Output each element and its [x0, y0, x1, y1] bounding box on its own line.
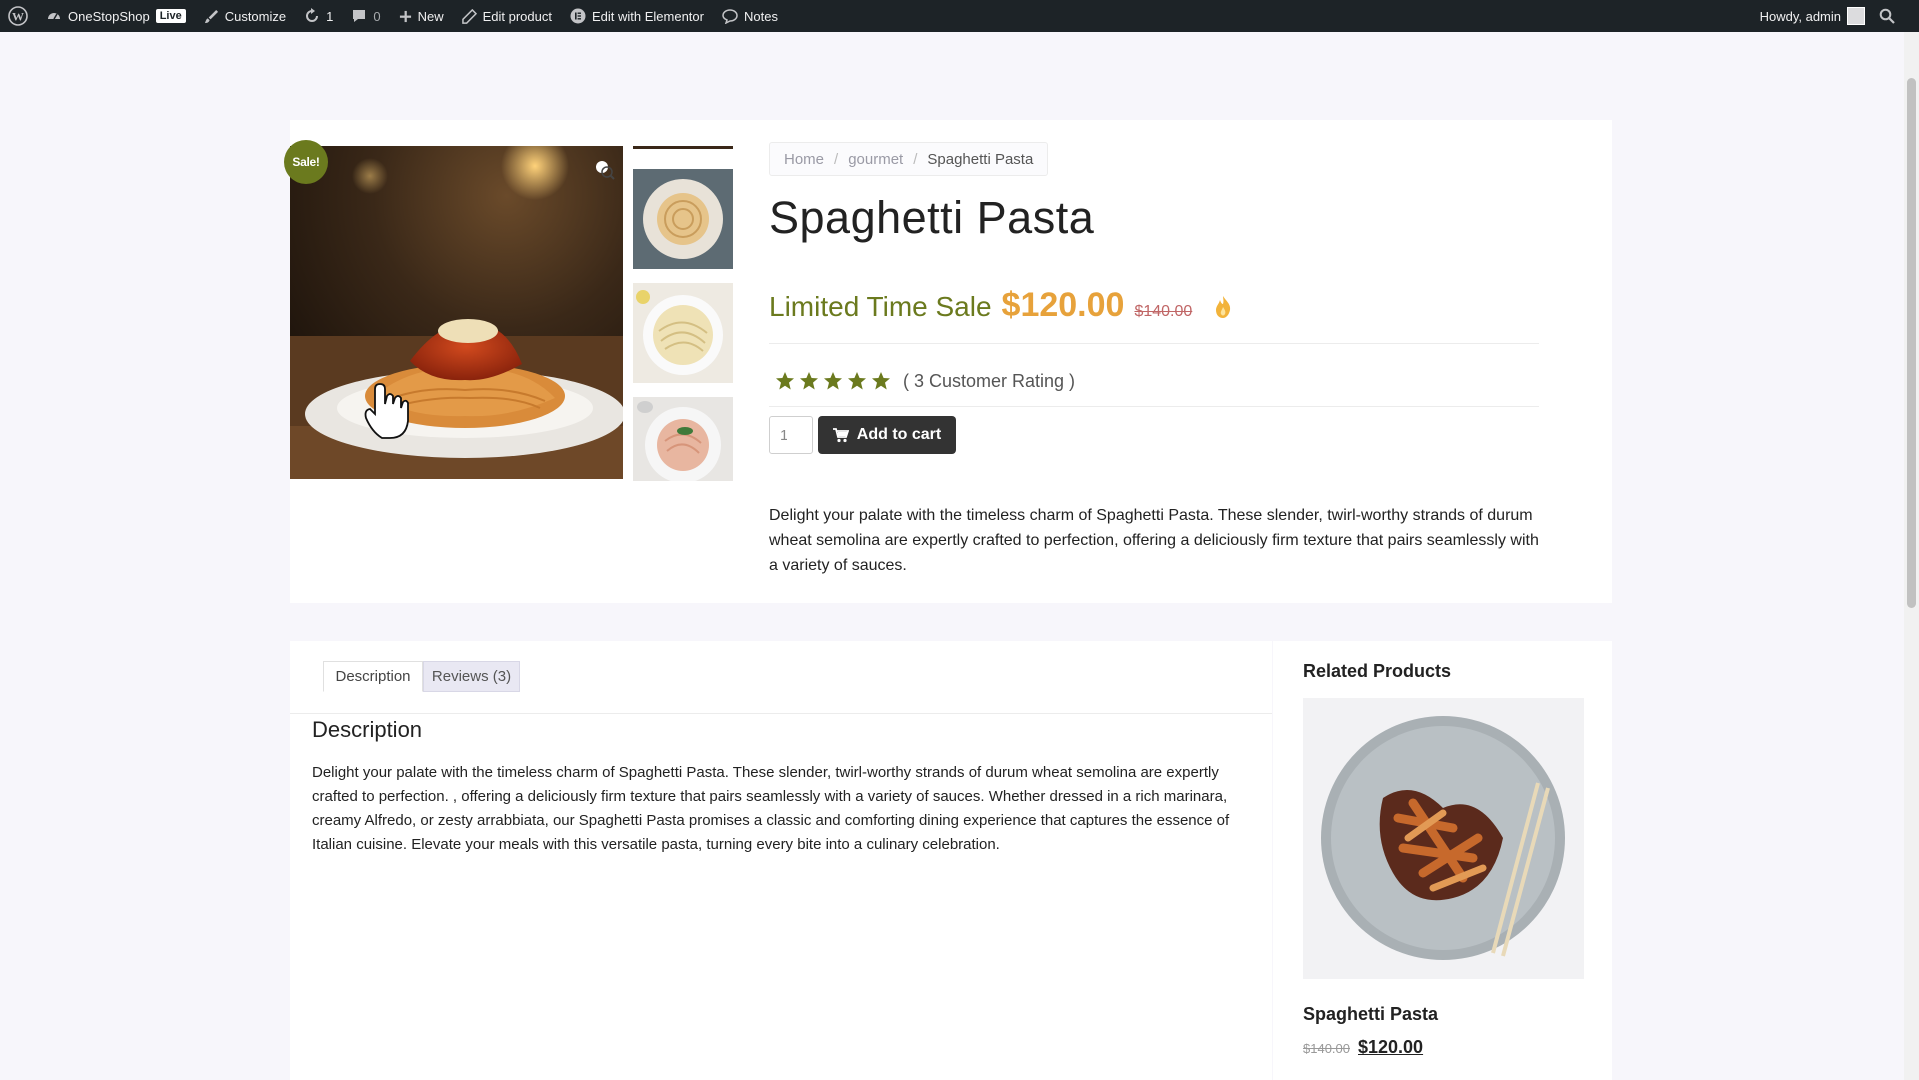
related-product-name[interactable]: Spaghetti Pasta — [1303, 1004, 1438, 1025]
related-product-image[interactable] — [1303, 698, 1584, 979]
thumbnail-4[interactable] — [633, 397, 733, 481]
site-name-link[interactable]: OneStopShop Live — [46, 8, 186, 24]
star-icon — [776, 372, 794, 390]
product-summary-card: Sale! Home / gourmet / Spaghetti Pasta S… — [284, 120, 1612, 603]
search-icon — [1879, 8, 1895, 24]
updates-link[interactable]: 1 — [304, 8, 333, 24]
quantity-input[interactable] — [769, 416, 813, 454]
breadcrumb-separator: / — [913, 150, 918, 168]
elementor-icon — [570, 8, 586, 24]
dashboard-icon — [48, 13, 60, 20]
site-name: OneStopShop — [68, 8, 150, 24]
description-body: Delight your palate with the timeless ch… — [312, 764, 1230, 853]
cart-icon — [832, 427, 849, 442]
speech-bubble-icon — [722, 9, 738, 24]
star-icon — [824, 372, 842, 390]
updates-count: 1 — [326, 8, 334, 24]
updates-icon — [306, 8, 319, 22]
related-products-heading: Related Products — [1303, 661, 1452, 681]
related-products-section: Related Products Spaghetti Pasta $140.00… — [1273, 641, 1612, 1080]
thumbnail-2[interactable] — [633, 169, 733, 269]
scrollbar-thumb[interactable] — [1907, 78, 1916, 608]
related-original-price: $140.00 — [1303, 1041, 1350, 1056]
short-description: Delight your palate with the timeless ch… — [769, 507, 1539, 574]
svg-text:W: W — [12, 10, 24, 24]
comments-count: 0 — [373, 8, 381, 24]
add-to-cart-button[interactable]: Add to cart — [818, 416, 956, 454]
product-thumbnails — [633, 146, 733, 495]
my-account-link[interactable]: Howdy, admin — [1760, 7, 1865, 25]
rating-stars — [775, 371, 891, 391]
comment-icon — [353, 10, 366, 22]
edit-product-link[interactable]: Edit product — [461, 8, 552, 24]
howdy-label: Howdy, admin — [1759, 8, 1841, 24]
notes-link[interactable]: Notes — [722, 8, 778, 24]
related-current-price: $120.00 — [1358, 1037, 1424, 1057]
description-heading: Description — [312, 717, 423, 742]
sale-badge: Sale! — [284, 140, 328, 184]
zoom-icon[interactable] — [593, 158, 615, 180]
live-badge: Live — [155, 9, 186, 23]
edit-elementor-link[interactable]: Edit with Elementor — [570, 8, 704, 24]
breadcrumb-home[interactable]: Home — [784, 151, 824, 168]
breadcrumb-separator: / — [834, 150, 839, 168]
new-content-link[interactable]: New — [399, 9, 444, 24]
fire-icon — [1216, 296, 1231, 318]
rating-row: ( 3 Customer Rating ) — [769, 356, 1539, 407]
comments-link[interactable]: 0 — [351, 8, 381, 24]
thumbnail-3[interactable] — [633, 283, 733, 383]
breadcrumb-current: Spaghetti Pasta — [927, 150, 1034, 168]
admin-bar: W OneStopShop Live Customize 1 0 New Edi… — [0, 0, 1919, 32]
original-price: $140.00 — [1134, 303, 1193, 320]
page-scrollbar[interactable] — [1904, 32, 1919, 1080]
product-tabs-section: Description Reviews (3) Description Deli… — [290, 641, 1272, 1080]
star-icon — [848, 372, 866, 390]
price-row: Limited Time Sale $120.00 $140.00 — [769, 286, 1539, 344]
thumbnail-active-indicator[interactable] — [633, 146, 733, 155]
customize-link[interactable]: Customize — [204, 9, 286, 24]
pencil-icon — [461, 8, 477, 24]
avatar — [1847, 7, 1865, 25]
product-title: Spaghetti Pasta — [769, 192, 1095, 243]
breadcrumb-category[interactable]: gourmet — [848, 151, 903, 168]
wordpress-logo-icon[interactable]: W — [8, 6, 28, 26]
sale-label: Limited Time Sale — [769, 291, 992, 322]
admin-search-button[interactable] — [1879, 8, 1895, 24]
edit-elementor-label: Edit with Elementor — [591, 8, 704, 24]
star-icon — [800, 372, 818, 390]
new-label: New — [417, 8, 444, 24]
add-to-cart-label: Add to cart — [856, 426, 942, 443]
plus-icon — [399, 10, 411, 22]
customize-label: Customize — [224, 8, 287, 24]
product-main-image[interactable] — [290, 146, 623, 479]
tab-description[interactable]: Description — [323, 661, 423, 692]
tab-reviews[interactable]: Reviews (3) — [423, 661, 520, 692]
brush-icon — [204, 9, 218, 23]
breadcrumb: Home / gourmet / Spaghetti Pasta — [769, 142, 1049, 176]
edit-product-label: Edit product — [482, 8, 552, 24]
current-price: $120.00 — [1001, 286, 1125, 324]
star-icon — [872, 372, 890, 390]
customer-rating-link[interactable]: ( 3 Customer Rating ) — [903, 371, 1075, 392]
related-product-price: $140.00 $120.00 — [1303, 1037, 1423, 1058]
notes-label: Notes — [743, 8, 778, 24]
